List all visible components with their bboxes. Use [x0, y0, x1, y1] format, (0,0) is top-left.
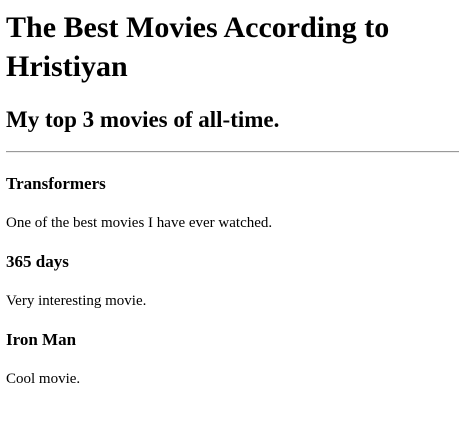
movie-description: Very interesting movie.	[6, 293, 147, 309]
movie-description: Cool movie.	[6, 371, 81, 387]
movie-title: Transformers	[6, 174, 106, 193]
movie-description: One of the best movies I have ever watch…	[6, 215, 273, 231]
page-subtitle: My top 3 movies of all-time.	[6, 107, 280, 132]
divider	[6, 151, 459, 153]
movie-title: Iron Man	[6, 330, 77, 349]
movie-title: 365 days	[6, 252, 69, 271]
page: The Best Movies According to Hristiyan M…	[0, 8, 459, 388]
movie-item: Transformers One of the best movies I ha…	[6, 174, 459, 232]
movie-item: 365 days Very interesting movie.	[6, 252, 459, 310]
page-title: The Best Movies According to Hristiyan	[6, 11, 390, 83]
movie-item: Iron Man Cool movie.	[6, 330, 459, 388]
